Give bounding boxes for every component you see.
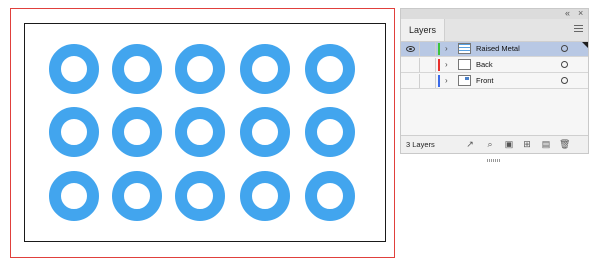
lock-toggle[interactable] — [420, 74, 436, 88]
ring-shape[interactable] — [49, 107, 99, 157]
ring-shape[interactable] — [305, 107, 355, 157]
layer-color-indicator — [438, 75, 440, 87]
expand-chevron-icon[interactable]: › — [445, 42, 448, 56]
layer-row[interactable]: › Back — [401, 58, 588, 73]
ring-shape[interactable] — [175, 171, 225, 221]
lock-toggle[interactable] — [420, 42, 436, 56]
visibility-toggle[interactable] — [401, 58, 420, 72]
target-circle-icon[interactable] — [561, 45, 568, 52]
layer-row[interactable]: › Front — [401, 74, 588, 89]
visibility-toggle[interactable] — [401, 42, 420, 56]
resize-grip-icon[interactable] — [487, 159, 501, 162]
double-chevron-right-icon[interactable]: « — [565, 7, 570, 19]
ring-shape[interactable] — [305, 171, 355, 221]
layer-list: › Raised Metal › Back › Front — [401, 42, 588, 138]
tab-layers[interactable]: Layers — [401, 19, 446, 41]
layer-color-indicator — [438, 59, 440, 71]
layer-row[interactable]: › Raised Metal — [401, 42, 588, 57]
clipping-mask-icon[interactable]: ▣ — [504, 140, 514, 149]
ring-shape[interactable] — [175, 107, 225, 157]
layer-thumbnail — [458, 75, 471, 86]
ring-shape[interactable] — [175, 44, 225, 94]
lock-toggle[interactable] — [420, 58, 436, 72]
layer-color-indicator — [438, 43, 440, 55]
layer-name[interactable]: Front — [476, 74, 494, 88]
layer-thumbnail — [458, 43, 471, 54]
layer-name[interactable]: Back — [476, 58, 493, 72]
layer-name[interactable]: Raised Metal — [476, 42, 520, 56]
expand-chevron-icon[interactable]: › — [445, 74, 448, 88]
export-icon[interactable]: ↗ — [465, 140, 475, 149]
ring-shape[interactable] — [112, 171, 162, 221]
panel-tab-row: Layers — [401, 19, 588, 42]
panel-titlebar[interactable]: « × — [401, 7, 588, 19]
search-icon[interactable]: ⌕ — [485, 140, 495, 149]
ring-shape[interactable] — [112, 107, 162, 157]
visibility-toggle[interactable] — [401, 74, 420, 88]
panel-menu-icon[interactable] — [574, 25, 583, 33]
artboard[interactable] — [24, 23, 386, 242]
layer-count: 3 Layers — [406, 140, 435, 149]
delete-icon[interactable]: 🗑 — [559, 140, 570, 149]
close-icon[interactable]: × — [578, 7, 583, 19]
target-circle-icon[interactable] — [561, 77, 568, 84]
selected-art-indicator — [582, 42, 588, 48]
ring-shape[interactable] — [240, 107, 290, 157]
ring-shape[interactable] — [49, 44, 99, 94]
expand-chevron-icon[interactable]: › — [445, 58, 448, 72]
ring-shape[interactable] — [49, 171, 99, 221]
target-circle-icon[interactable] — [561, 61, 568, 68]
panel-footer: 3 Layers ↗ ⌕ ▣ ⊞ ▤ 🗑 — [401, 135, 588, 153]
eye-icon — [406, 46, 415, 52]
layer-thumbnail — [458, 59, 471, 70]
ring-shape[interactable] — [112, 44, 162, 94]
ring-shape[interactable] — [305, 44, 355, 94]
ring-shape[interactable] — [240, 171, 290, 221]
ring-shape[interactable] — [240, 44, 290, 94]
layers-panel: « × Layers › Raised Metal › Back › Front 3 La… — [400, 7, 589, 162]
new-layer-icon[interactable]: ▤ — [541, 140, 551, 149]
new-sublayer-icon[interactable]: ⊞ — [522, 140, 532, 149]
